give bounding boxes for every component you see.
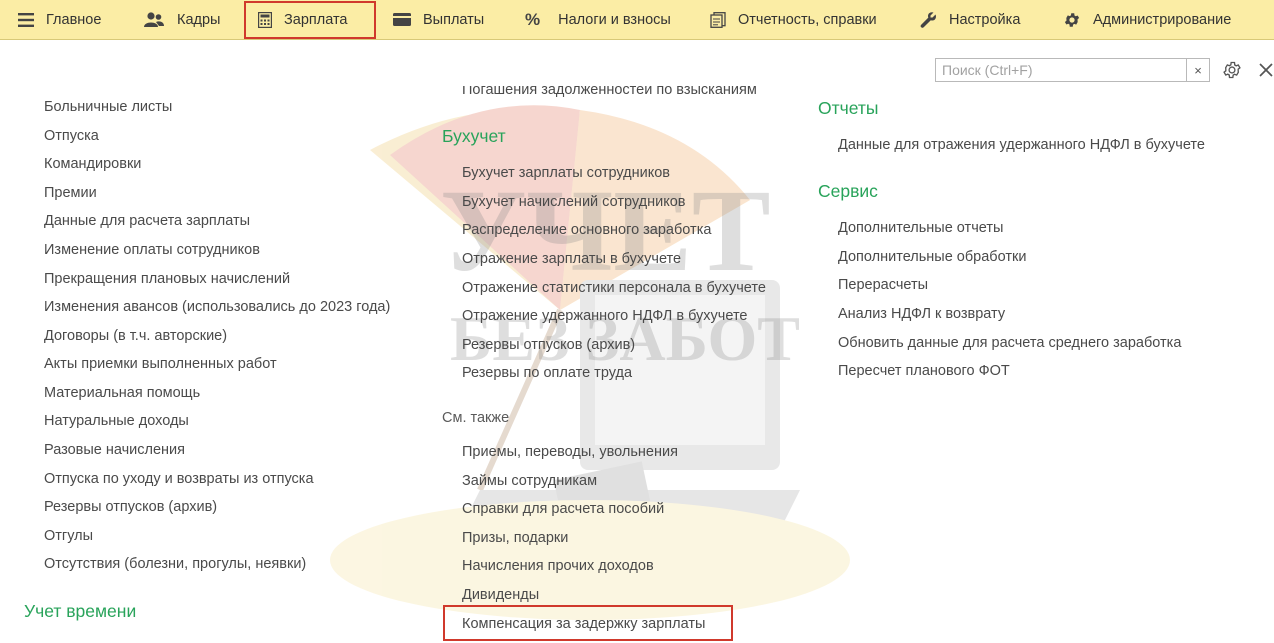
gear-icon	[1064, 12, 1080, 27]
link-earnings-distribution[interactable]: Распределение основного заработка	[462, 221, 711, 239]
group-title-time-tracking: Учет времени	[24, 601, 137, 621]
wrench-icon	[920, 12, 936, 28]
link-absences[interactable]: Отсутствия (болезни, прогулы, неявки)	[44, 555, 306, 573]
section-salary[interactable]: Зарплата	[258, 0, 348, 39]
group-title-service: Сервис	[818, 181, 878, 201]
link-ndfl-accounting-data[interactable]: Данные для отражения удержанного НДФЛ в …	[838, 136, 1205, 154]
link-debt-repayment[interactable]: Погашения задолженностей по взысканиям	[462, 86, 757, 98]
group-title-accounting: Бухучет	[442, 126, 506, 146]
link-contracts[interactable]: Договоры (в т.ч. авторские)	[44, 327, 227, 345]
link-salary-accounting[interactable]: Бухучет зарплаты сотрудников	[462, 164, 670, 182]
section-label: Настройка	[949, 11, 1021, 28]
link-accrual-termination[interactable]: Прекращения плановых начислений	[44, 270, 290, 288]
link-labor-reserves[interactable]: Резервы по оплате труда	[462, 364, 632, 382]
group-title-reports: Отчеты	[818, 98, 879, 118]
search-clear-button[interactable]: ×	[1186, 58, 1210, 82]
section-label: Администрирование	[1093, 11, 1232, 28]
link-pay-change[interactable]: Изменение оплаты сотрудников	[44, 241, 260, 259]
documents-icon	[710, 11, 726, 28]
link-ndfl-reflection[interactable]: Отражение удержанного НДФЛ в бухучете	[462, 307, 747, 325]
close-button[interactable]	[1256, 60, 1274, 80]
section-label: Отчетность, справки	[738, 11, 877, 28]
link-update-average-earnings[interactable]: Обновить данные для расчета среднего зар…	[838, 334, 1181, 352]
link-acceptance-acts[interactable]: Акты приемки выполненных работ	[44, 355, 277, 373]
section-main[interactable]: Главное	[18, 0, 101, 39]
link-late-salary-compensation[interactable]: Компенсация за задержку зарплаты	[462, 615, 705, 633]
link-other-income[interactable]: Начисления прочих доходов	[462, 557, 654, 575]
link-natural-income[interactable]: Натуральные доходы	[44, 412, 189, 430]
clipped-item-container: Погашения задолженностей по взысканиям	[462, 86, 782, 98]
link-benefit-certificates[interactable]: Справки для расчета пособий	[462, 500, 664, 518]
section-label: Зарплата	[284, 11, 348, 28]
link-material-aid[interactable]: Материальная помощь	[44, 384, 200, 402]
link-bonuses[interactable]: Премии	[44, 184, 97, 202]
gear-icon	[1223, 61, 1241, 79]
section-label: Налоги и взносы	[558, 11, 671, 28]
link-additional-reports[interactable]: Дополнительные отчеты	[838, 219, 1003, 237]
link-one-time-accruals[interactable]: Разовые начисления	[44, 441, 185, 459]
link-accruals-accounting[interactable]: Бухучет начислений сотрудников	[462, 193, 685, 211]
link-vacation-reserves[interactable]: Резервы отпусков (архив)	[462, 336, 635, 354]
wallet-icon	[393, 13, 411, 26]
search-input[interactable]	[935, 58, 1187, 82]
link-hiring-transfers[interactable]: Приемы, переводы, увольнения	[462, 443, 678, 461]
link-vacations[interactable]: Отпуска	[44, 127, 99, 145]
link-business-trips[interactable]: Командировки	[44, 155, 141, 173]
link-recalculations[interactable]: Перерасчеты	[838, 276, 928, 294]
close-icon	[1259, 63, 1273, 77]
link-vacation-reserves-archive[interactable]: Резервы отпусков (архив)	[44, 498, 217, 516]
link-personnel-statistics[interactable]: Отражение статистики персонала в бухучет…	[462, 279, 766, 297]
section-label: Главное	[46, 11, 102, 28]
link-salary-data[interactable]: Данные для расчета зарплаты	[44, 212, 250, 230]
link-salary-reflection[interactable]: Отражение зарплаты в бухучете	[462, 250, 681, 268]
see-also-title: См. также	[442, 410, 510, 426]
link-sick-leaves[interactable]: Больничные листы	[44, 98, 172, 116]
link-employee-loans[interactable]: Займы сотрудникам	[462, 472, 597, 490]
section-label: Кадры	[177, 11, 221, 28]
link-dividends[interactable]: Дивиденды	[462, 586, 539, 604]
section-label: Выплаты	[423, 11, 485, 28]
section-settings[interactable]: Настройка	[920, 0, 1020, 39]
link-ndfl-refund-analysis[interactable]: Анализ НДФЛ к возврату	[838, 305, 1005, 323]
section-reports[interactable]: Отчетность, справки	[710, 0, 877, 39]
section-admin[interactable]: Администрирование	[1063, 0, 1231, 39]
close-icon: ×	[1194, 62, 1202, 78]
menu-icon	[18, 12, 34, 27]
link-prizes-gifts[interactable]: Призы, подарки	[462, 529, 568, 547]
section-taxes[interactable]: % Налоги и взносы	[525, 0, 671, 39]
link-planned-payroll-recalc[interactable]: Пересчет планового ФОТ	[838, 362, 1010, 380]
percent-icon: %	[525, 9, 541, 29]
people-icon	[144, 11, 164, 27]
section-hr[interactable]: Кадры	[143, 0, 220, 39]
section-payments[interactable]: Выплаты	[393, 0, 484, 39]
calculator-icon	[258, 11, 272, 28]
link-parental-leave[interactable]: Отпуска по уходу и возвраты из отпуска	[44, 470, 314, 488]
link-time-off[interactable]: Отгулы	[44, 527, 93, 545]
sections-panel: Главное Кадры Зарплата Выплаты % Налоги …	[0, 0, 1274, 40]
link-advance-changes[interactable]: Изменения авансов (использовались до 202…	[44, 298, 390, 316]
settings-button[interactable]	[1221, 59, 1243, 81]
link-additional-processing[interactable]: Дополнительные обработки	[838, 248, 1026, 266]
